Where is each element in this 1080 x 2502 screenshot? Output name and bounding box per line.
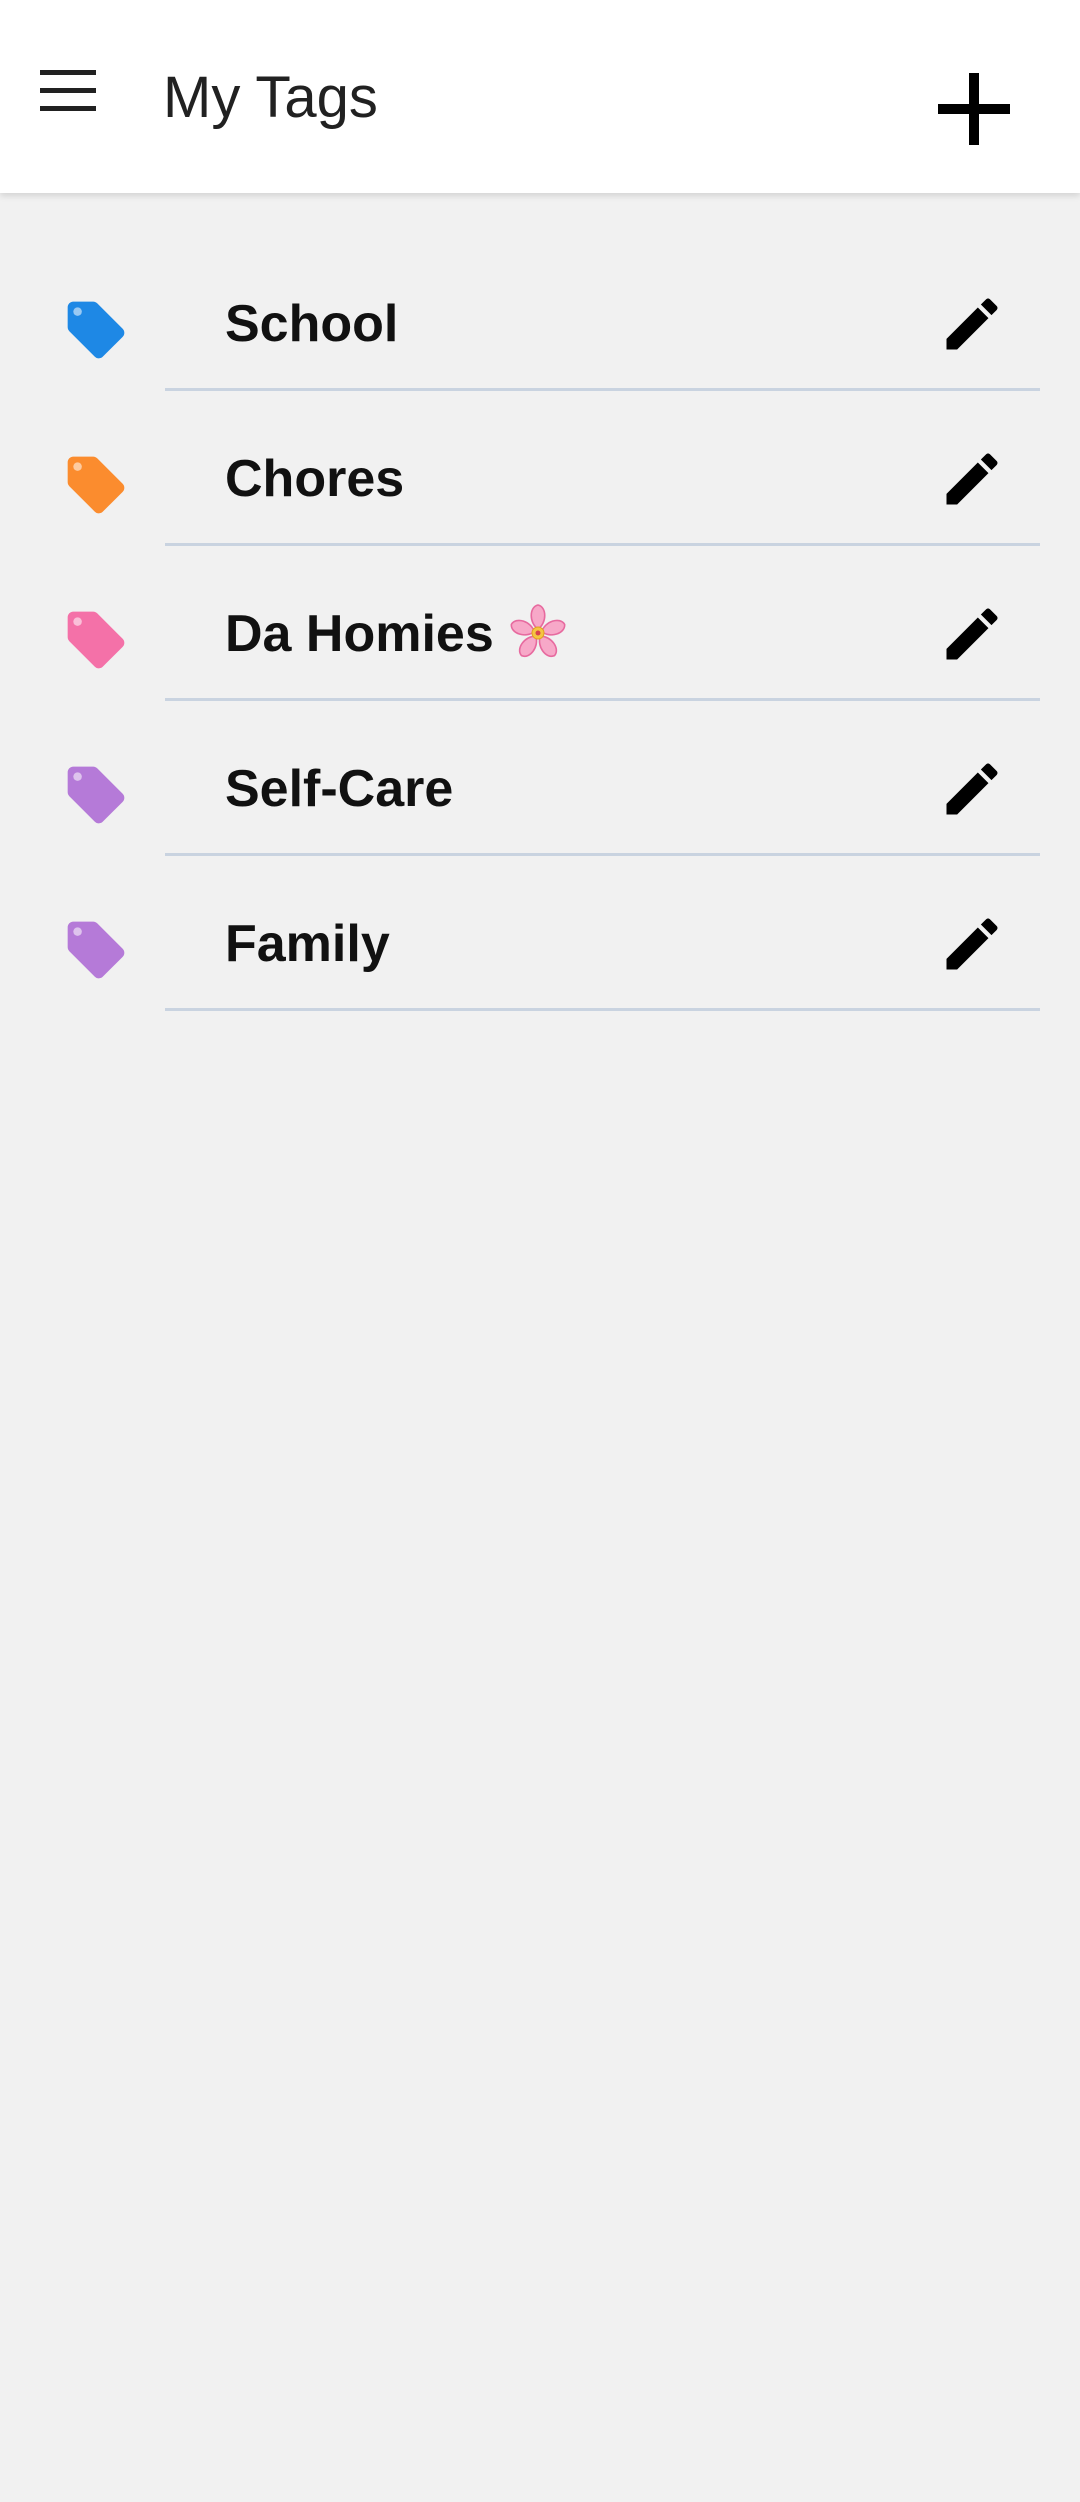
tag-label: Da Homies — [225, 604, 570, 665]
edit-tag-button[interactable] — [938, 755, 1006, 823]
app-bar: My Tags — [0, 0, 1080, 193]
tag-icon — [62, 451, 130, 519]
pencil-icon — [946, 918, 998, 970]
add-tag-button[interactable] — [928, 63, 1020, 155]
pencil-icon — [946, 298, 998, 350]
pencil-icon — [946, 453, 998, 505]
tag-row-da-homies[interactable]: Da Homies — [0, 560, 1080, 715]
tag-label-text: Da Homies — [225, 605, 494, 663]
plus-icon — [938, 73, 1010, 145]
tag-icon — [62, 916, 130, 984]
divider — [165, 698, 1040, 701]
divider — [165, 388, 1040, 391]
tag-icon — [62, 296, 130, 364]
tag-icon — [62, 606, 130, 674]
tag-row-school[interactable]: School — [0, 250, 1080, 405]
tag-label: Chores — [225, 450, 405, 508]
tag-row-chores[interactable]: Chores — [0, 405, 1080, 560]
tag-icon — [62, 761, 130, 829]
tag-label: Self-Care — [225, 760, 454, 818]
tag-list: School Chores Da Homies Self-Care Family — [0, 250, 1080, 1025]
menu-button[interactable] — [40, 70, 108, 126]
pencil-icon — [946, 763, 998, 815]
cherry-blossom-icon — [506, 601, 570, 665]
tag-row-family[interactable]: Family — [0, 870, 1080, 1025]
pencil-icon — [946, 608, 998, 660]
divider — [165, 1008, 1040, 1011]
edit-tag-button[interactable] — [938, 910, 1006, 978]
tag-label: Family — [225, 915, 390, 973]
divider — [165, 543, 1040, 546]
edit-tag-button[interactable] — [938, 290, 1006, 358]
edit-tag-button[interactable] — [938, 600, 1006, 668]
divider — [165, 853, 1040, 856]
edit-tag-button[interactable] — [938, 445, 1006, 513]
tag-label: School — [225, 295, 399, 353]
hamburger-menu-icon — [40, 70, 96, 111]
tag-row-self-care[interactable]: Self-Care — [0, 715, 1080, 870]
page-title: My Tags — [163, 65, 378, 130]
